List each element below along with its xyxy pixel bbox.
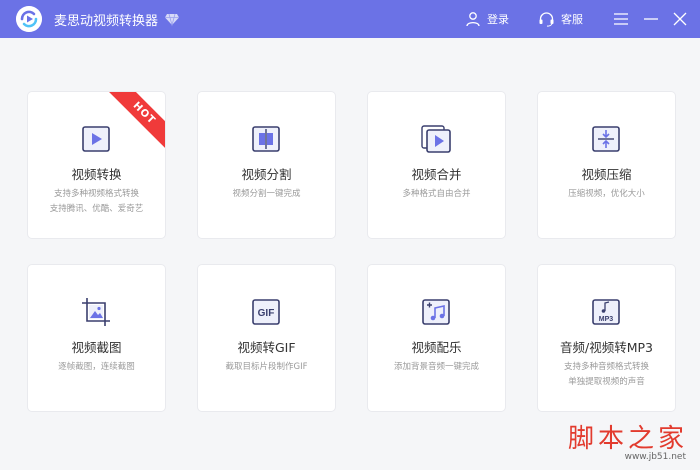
card-video-merge[interactable]: 视频合并 多种格式自由合并 (368, 92, 505, 238)
card-description: 逐帧截图，连续截图 (58, 362, 135, 372)
card-video-screenshot[interactable]: 视频截图 逐帧截图，连续截图 (28, 265, 165, 411)
customer-service-button[interactable]: 客服 (538, 8, 583, 30)
user-icon (466, 12, 480, 27)
card-title: 视频合并 (411, 167, 462, 182)
card-title: 音频/视频转MP3 (560, 340, 653, 355)
card-description: 支持多种视频格式转换 支持腾讯、优酷、爱奇艺 (49, 189, 144, 214)
card-title: 视频配乐 (411, 340, 462, 355)
app-logo-icon (16, 6, 42, 32)
card-description: 多种格式自由合并 (402, 189, 471, 199)
card-description: 添加背景音频一键完成 (393, 362, 479, 372)
close-icon[interactable] (670, 9, 690, 29)
app-title: 麦思动视频转换器 (54, 14, 159, 29)
watermark-text: 脚本之家 (567, 424, 688, 454)
card-video-compress[interactable]: 视频压缩 压缩视频，优化大小 (538, 92, 675, 238)
merge-icon (421, 125, 451, 153)
login-label: 登录 (487, 13, 509, 26)
card-video-convert[interactable]: HOT 视频转换 支持多种视频格式转换 支持腾讯、优酷、爱奇艺 (28, 92, 165, 238)
gif-icon: GIF (252, 299, 280, 325)
login-button[interactable]: 登录 (465, 8, 509, 30)
video-play-icon (82, 126, 110, 152)
card-video-split[interactable]: 视频分割 视频分割一键完成 (198, 92, 335, 238)
card-audio-video-to-mp3[interactable]: MP3 音频/视频转MP3 支持多种音频格式转换 单独提取视频的声音 (538, 265, 675, 411)
compress-icon (592, 126, 620, 152)
card-description: 截取目标片段制作GIF (225, 362, 308, 372)
card-video-to-gif[interactable]: GIF 视频转GIF 截取目标片段制作GIF (198, 265, 335, 411)
card-title: 视频分割 (241, 167, 292, 182)
diamond-icon[interactable] (164, 11, 180, 27)
mp3-icon: MP3 (592, 299, 620, 325)
music-add-icon (422, 299, 450, 325)
minimize-icon[interactable] (641, 9, 661, 29)
title-bar: 麦思动视频转换器 登录 客服 (0, 0, 700, 38)
card-description: 压缩视频，优化大小 (568, 189, 645, 199)
split-icon (252, 126, 280, 152)
card-video-music[interactable]: 视频配乐 添加背景音频一键完成 (368, 265, 505, 411)
hot-badge: HOT (106, 92, 165, 152)
card-title: 视频压缩 (581, 167, 632, 182)
menu-icon[interactable] (611, 9, 631, 29)
card-title: 视频截图 (71, 340, 122, 355)
crop-image-icon (82, 298, 110, 326)
svg-text:GIF: GIF (258, 308, 275, 319)
card-title: 视频转GIF (237, 340, 296, 355)
headset-icon (539, 12, 554, 27)
svg-text:MP3: MP3 (599, 316, 614, 323)
customer-service-label: 客服 (561, 13, 583, 26)
watermark-url: www.jb51.net (624, 452, 686, 462)
card-description: 支持多种音频格式转换 单独提取视频的声音 (563, 362, 649, 387)
card-title: 视频转换 (71, 167, 122, 182)
card-description: 视频分割一键完成 (232, 189, 301, 199)
